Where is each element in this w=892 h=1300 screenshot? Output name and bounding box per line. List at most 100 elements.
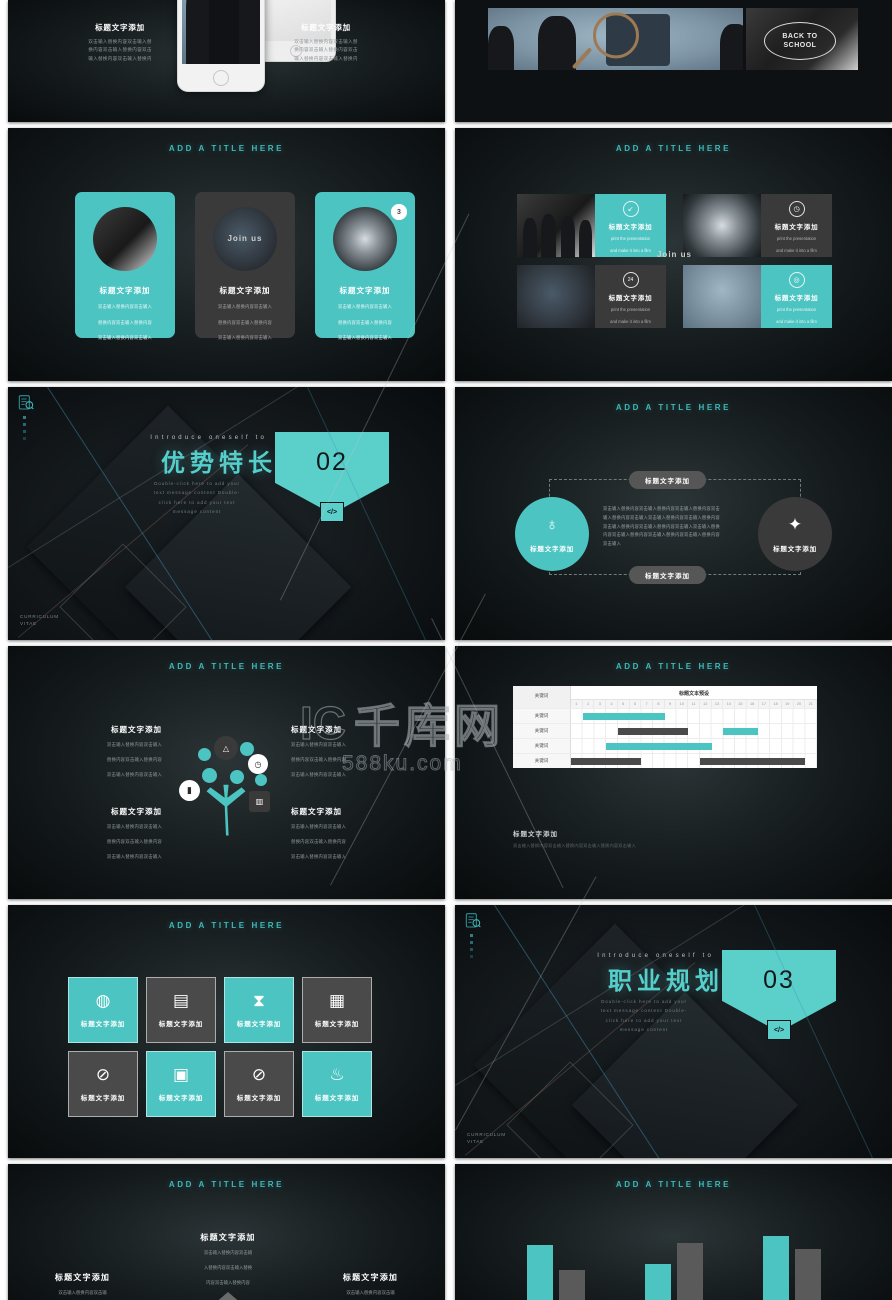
gantt-row: 关键词 [513, 738, 817, 753]
gantt-bar[interactable] [617, 728, 689, 735]
quadrant-heading: 标题文字添加 [111, 725, 162, 734]
gantt-column-number: 13 [711, 700, 724, 708]
icon-tile[interactable]: ▣ 标题文字添加 [146, 1051, 216, 1117]
slide-two-orbs[interactable]: ADD A TITLE HERE 标题文字添加 标题文字添加 ♁ 标题文字添加 … [455, 387, 892, 640]
gantt-bar[interactable] [699, 758, 806, 765]
gantt-column-number: 6 [629, 700, 642, 708]
right-orb[interactable]: ✦ 标题文字添加 [758, 497, 832, 571]
hourglass-icon: ⧗ [253, 991, 265, 1010]
left-line-1: 双击输入替换内容双击输 [58, 1290, 107, 1295]
bar[interactable] [558, 1270, 585, 1300]
card-1[interactable]: 1 标题文字添加 双击输入替换内容双击输入 替换内容双击输入替换内容 双击输入替… [75, 192, 407, 340]
gantt-row-header: 关键词 [513, 686, 571, 708]
gantt-caption: 标题文字添加 双击输入替换内容双击输入替换内容双击输入替换内容双击输入 [513, 828, 636, 849]
card-line-3: 双击输入替换内容双击输入 [338, 335, 392, 341]
slide-star-trio[interactable]: ADD A TITLE HERE 标题文字添加 双击输入替换内容双击输 入替换内… [8, 1164, 445, 1300]
icon-tile[interactable]: ◍ 标题文字添加 [68, 977, 138, 1043]
bar[interactable] [644, 1263, 671, 1300]
quadrant-line-1: 双击输入替换内容双击输入 [291, 824, 347, 829]
footer-label: CURRICULUM VITAE [20, 614, 59, 628]
slide-bar-chart[interactable]: ADD A TITLE HERE 79%44% 53%82% 92%74% [455, 1164, 892, 1300]
gantt-row-track [571, 754, 817, 768]
gantt-bar[interactable] [606, 743, 712, 750]
pyramid-shape [158, 1292, 298, 1300]
slide-icon-tiles[interactable]: ADD A TITLE HERE ◍ 标题文字添加 ▤ 标题文字添加 ⧗ 标题文字添加 ▦ 标… [8, 905, 445, 1158]
quadrant-top-right: 标题文字添加 双击输入替换内容双击输入 替换内容双击输入替换内容 双击输入替换内… [291, 724, 411, 779]
bar[interactable] [794, 1248, 821, 1300]
bar[interactable] [526, 1245, 553, 1300]
restaurant-icon: ♨ [329, 1065, 345, 1084]
quadrant-line-3: 双击输入替换内容双击输入 [106, 771, 162, 777]
card-number: 3 [391, 204, 407, 220]
icon-tile[interactable]: ⊘ 标题文字添加 [224, 1051, 294, 1117]
gantt-column-number: 14 [723, 700, 736, 708]
icon-tile[interactable]: ⊘ 标题文字添加 [68, 1051, 138, 1117]
gantt-column-number: 2 [582, 700, 595, 708]
bar-group: 53%82% [644, 1230, 703, 1300]
block-4[interactable]: ◎ 标题文字添加 print the presentation and make… [523, 214, 832, 328]
gantt-bar[interactable] [571, 758, 642, 765]
slide-title: ADD A TITLE HERE [615, 662, 732, 671]
block-3[interactable]: Join us 24 标题文字添加 print the presentation… [517, 250, 691, 328]
slide-section-03[interactable]: Introduce oneself to 职业规划 Double-click h… [455, 905, 892, 1158]
card-2[interactable]: Join us 2 标题文字添加 双击输入替换内容双击输入 替换内容双击输入替换… [195, 192, 407, 340]
gantt-row-header-label: 关键词 [534, 693, 549, 698]
phone-front-home-button [213, 70, 229, 86]
bar-pair [762, 1230, 821, 1300]
banner-strip: BACK TO SCHOOL [488, 8, 858, 70]
top-pill-label[interactable]: 标题文字添加 [629, 471, 706, 489]
slide-section-02[interactable]: Introduce oneself to 优势特长 Double-click h… [8, 387, 445, 640]
bar[interactable] [762, 1235, 789, 1300]
gantt-column-number: 16 [746, 700, 759, 708]
body-line-1: 双击输入替换内容双击输入替换内容双击输入替换内容双击 [603, 506, 720, 511]
block-text: ↙ 标题文字添加 print the presentation and make… [595, 194, 666, 257]
gantt-chart[interactable]: 关键词 标题文本预设 1 2 3 4 5 6 7 8 9 10 11 12 13 14 15 16 17 18 19… [513, 686, 818, 768]
gantt-bar[interactable] [582, 713, 665, 720]
slide-four-blocks[interactable]: ADD A TITLE HERE ↙ 标题文字添加 print the pres… [455, 128, 892, 381]
left-orb[interactable]: ♁ 标题文字添加 [515, 497, 589, 571]
slide-three-cards[interactable]: ADD A TITLE HERE 1 标题文字添加 双击输入替换内容双击输入 替… [8, 128, 445, 381]
join-us-label: Join us [227, 233, 263, 243]
tile-label: 标题文字添加 [158, 1095, 204, 1102]
icon-tile[interactable]: ⧗ 标题文字添加 [224, 977, 294, 1043]
top-line-2: 入替换内容双击输入替换 [203, 1264, 253, 1270]
quadrant-line-2: 替换内容双击输入替换内容 [106, 756, 162, 762]
gantt-column-number: 1 [571, 700, 583, 708]
slide-tree-icons[interactable]: ADD A TITLE HERE 标题文字添加 双击输入替换内容双击输入 替换内… [8, 646, 445, 899]
storefront-icon: ▣ [172, 1065, 190, 1084]
left-orb-label: 标题文字添加 [530, 546, 574, 553]
compass-icon: ✦ [787, 515, 803, 534]
resume-search-icon [18, 395, 34, 410]
quadrant-heading: 标题文字添加 [291, 725, 342, 734]
slide-gantt[interactable]: ADD A TITLE HERE 关键词 标题文本预设 1 2 3 4 5 6 7 8 9 10 1… [455, 646, 892, 899]
gantt-column-number: 12 [699, 700, 712, 708]
gantt-column-number: 3 [594, 700, 607, 708]
template-preview-grid: 标题文字添加 双击输入替换内容双击输入替 换内容双击输入替换内容双击 输入替换内… [0, 0, 892, 1300]
icon-tile[interactable]: ▦ 标题文字添加 [302, 977, 372, 1043]
phone-front-screen [182, 0, 260, 64]
tile-grid: ◍ 标题文字添加 ▤ 标题文字添加 ⧗ 标题文字添加 ▦ 标题文字添加 ⊘ 标题文字添加 ▣ 标题文字… [68, 977, 372, 1117]
progress-dots [23, 416, 26, 444]
quadrant-top-left: 标题文字添加 双击输入替换内容双击输入 替换内容双击输入替换内容 双击输入替换内… [42, 724, 162, 779]
caption-heading: 标题文字添加 [513, 831, 558, 838]
gantt-bar[interactable] [723, 728, 759, 735]
block-line-1: print the presentation [776, 236, 817, 241]
gantt-header: 关键词 标题文本预设 1 2 3 4 5 6 7 8 9 10 11 12 13 14 15 16 17 18 19… [513, 686, 818, 708]
tile-label: 标题文字添加 [236, 1095, 282, 1102]
icon-tile[interactable]: ♨ 标题文字添加 [302, 1051, 372, 1117]
magnifier-icon [592, 12, 639, 59]
right-line-1: 双击输入替换内容双击输入替 [294, 39, 358, 44]
slide-banner-images[interactable]: BACK TO SCHOOL [455, 0, 892, 122]
card-line-1: 双击输入替换内容双击输入 [218, 304, 272, 309]
block-2[interactable]: ◷ 标题文字添加 print the presentation and make… [683, 194, 832, 257]
bar[interactable] [676, 1242, 703, 1300]
section-eyebrow: Introduce oneself to [597, 953, 714, 959]
top-line-3: 内容双击输入替换内容 [206, 1279, 250, 1285]
bottom-pill-label[interactable]: 标题文字添加 [629, 566, 706, 584]
slide-phone-mockup[interactable]: 标题文字添加 双击输入替换内容双击输入替 换内容双击输入替换内容双击 输入替换内… [8, 0, 445, 122]
left-line-3: 输入替换内容双击输入替换内 [88, 55, 152, 61]
card-3[interactable]: 3 标题文字添加 双击输入替换内容双击输入 替换内容双击输入替换内容 双击输入替… [315, 192, 415, 340]
icon-tile[interactable]: ▤ 标题文字添加 [146, 977, 216, 1043]
body-line-2: 输入替换内容双击输入双击输入替换内容双击输入替换内容 [603, 514, 720, 520]
clock-icon: ◷ [788, 201, 805, 217]
